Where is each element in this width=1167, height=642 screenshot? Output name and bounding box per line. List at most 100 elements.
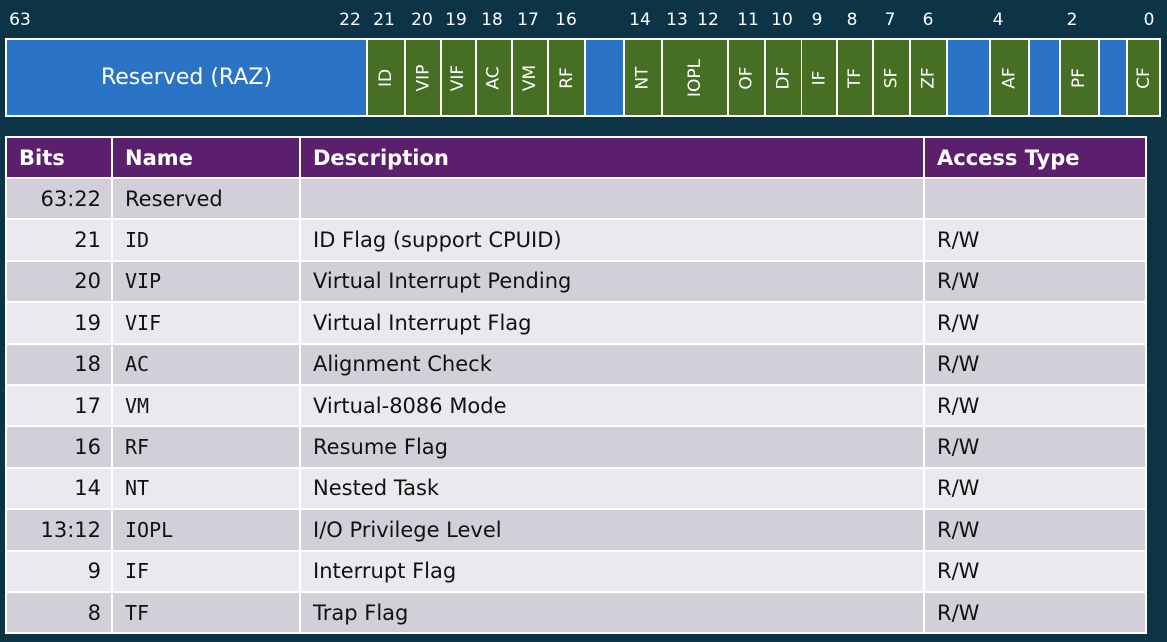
bits-cell: 18 <box>5 342 113 386</box>
name-cell: IOPL <box>111 508 301 552</box>
description-cell: Virtual-8086 Mode <box>299 383 925 428</box>
bit-number: 17 <box>517 10 539 30</box>
rflags-register-diagram: Reserved (RAZ) ID VIP VIF AC VM RF NT IOPL OF DF IF… <box>5 38 1161 117</box>
register-field-label: IOPL <box>685 58 705 97</box>
bit-number: 8 <box>846 10 858 30</box>
register-field-tf: TF <box>838 40 872 115</box>
table-row: 13:12 IOPL I/O Privilege Level R/W <box>5 508 1147 552</box>
bit-number: 19 <box>445 10 467 30</box>
access-type-cell: R/W <box>923 508 1147 552</box>
bit-number: 10 <box>771 10 793 30</box>
table-row: 21 ID ID Flag (support CPUID) R/W <box>5 218 1147 262</box>
register-field-reserved <box>1100 40 1126 115</box>
register-field-vip: VIP <box>406 40 440 115</box>
access-type-cell <box>923 176 1147 221</box>
access-type-cell: R/W <box>923 218 1147 262</box>
description-cell: Virtual Interrupt Pending <box>299 259 925 304</box>
bit-number: 63 <box>9 10 31 30</box>
register-field-reserved <box>1030 40 1059 115</box>
bits-cell: 14 <box>5 466 113 511</box>
register-field-of: OF <box>729 40 764 115</box>
register-field-table: Bits Name Description Access Type 63:22 R… <box>5 136 1147 635</box>
bit-number: 7 <box>884 10 896 30</box>
name-cell: NT <box>111 466 301 511</box>
name-cell: AC <box>111 342 301 386</box>
bit-number: 11 <box>737 10 759 30</box>
register-field-sf: SF <box>874 40 909 115</box>
access-type-cell: R/W <box>923 466 1147 511</box>
description-cell: Trap Flag <box>299 590 925 635</box>
bit-number: 12 <box>697 10 719 30</box>
register-field-label: VIF <box>448 64 469 91</box>
table-row: 16 RF Resume Flag R/W <box>5 425 1147 469</box>
table-row: 14 NT Nested Task R/W <box>5 466 1147 511</box>
bit-number: 18 <box>481 10 503 30</box>
register-field-label: RF <box>556 66 577 89</box>
bits-cell: 9 <box>5 549 113 593</box>
register-field-label: CF <box>1133 66 1154 89</box>
register-field-reserved <box>586 40 623 115</box>
register-field-if: IF <box>802 40 836 115</box>
bit-number: 16 <box>555 10 577 30</box>
register-field-label: PF <box>1069 67 1090 88</box>
header-name: Name <box>111 136 301 179</box>
register-field-label: ID <box>375 68 396 87</box>
register-field-cf: CF <box>1128 40 1159 115</box>
access-type-cell: R/W <box>923 342 1147 386</box>
table-header-row: Bits Name Description Access Type <box>5 136 1147 179</box>
bits-cell: 19 <box>5 301 113 345</box>
access-type-cell: R/W <box>923 425 1147 469</box>
table-row: 9 IF Interrupt Flag R/W <box>5 549 1147 593</box>
description-cell: I/O Privilege Level <box>299 508 925 552</box>
register-field-label: AC <box>483 65 504 90</box>
table-row: 63:22 Reserved <box>5 176 1147 221</box>
register-field-reserved-raz: Reserved (RAZ) <box>7 40 366 115</box>
register-field-id: ID <box>368 40 404 115</box>
register-field-label: ZF <box>918 66 939 89</box>
register-field-label: VIP <box>413 64 433 91</box>
bits-cell: 21 <box>5 218 113 262</box>
bit-number: 9 <box>811 10 823 30</box>
register-field-zf: ZF <box>911 40 946 115</box>
register-field-label: VM <box>519 64 540 91</box>
bits-cell: 8 <box>5 590 113 635</box>
bit-number-ruler: 63 22 21 20 19 18 17 16 14 13 12 11 10 9 8 7 6 4 2 0 <box>0 0 1167 38</box>
bit-number: 4 <box>992 10 1004 30</box>
register-field-label: SF <box>881 67 902 88</box>
description-cell: Alignment Check <box>299 342 925 386</box>
name-cell: VIP <box>111 259 301 304</box>
table-row: 18 AC Alignment Check R/W <box>5 342 1147 386</box>
name-cell: VM <box>111 383 301 428</box>
register-field-label: TF <box>844 67 865 88</box>
bit-number: 22 <box>339 10 361 30</box>
register-field-vm: VM <box>513 40 547 115</box>
table-row: 17 VM Virtual-8086 Mode R/W <box>5 383 1147 428</box>
bits-cell: 63:22 <box>5 176 113 221</box>
register-field-label: NT <box>632 65 653 90</box>
description-cell <box>299 176 925 221</box>
description-cell: Resume Flag <box>299 425 925 469</box>
register-field-label: DF <box>773 66 794 89</box>
bit-number: 2 <box>1066 10 1078 30</box>
bit-number: 0 <box>1143 10 1155 30</box>
register-field-reserved <box>948 40 989 115</box>
register-field-ac: AC <box>477 40 511 115</box>
register-field-iopl: IOPL <box>663 40 727 115</box>
bits-cell: 17 <box>5 383 113 428</box>
bits-cell: 16 <box>5 425 113 469</box>
access-type-cell: R/W <box>923 549 1147 593</box>
header-description: Description <box>299 136 925 179</box>
description-cell: Interrupt Flag <box>299 549 925 593</box>
table-row: 19 VIF Virtual Interrupt Flag R/W <box>5 301 1147 345</box>
register-field-label: Reserved (RAZ) <box>100 65 273 90</box>
table-row: 8 TF Trap Flag R/W <box>5 590 1147 635</box>
bit-number: 14 <box>629 10 651 30</box>
register-field-label: AF <box>999 66 1020 89</box>
access-type-cell: R/W <box>923 590 1147 635</box>
bits-cell: 13:12 <box>5 508 113 552</box>
header-bits: Bits <box>5 136 113 179</box>
register-field-nt: NT <box>625 40 661 115</box>
register-field-rf: RF <box>549 40 584 115</box>
register-field-vif: VIF <box>442 40 475 115</box>
register-field-label: IF <box>808 70 829 85</box>
